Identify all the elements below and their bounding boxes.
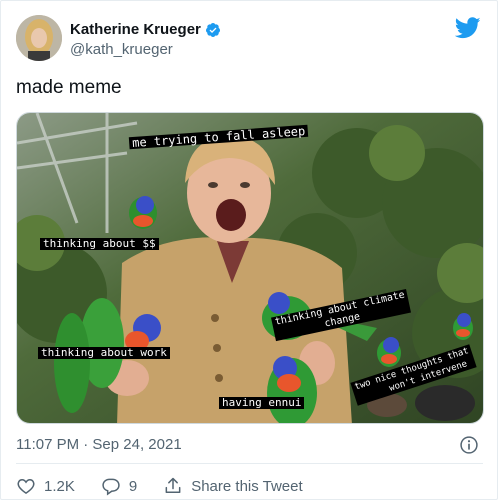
reply-icon bbox=[102, 478, 120, 496]
author-handle[interactable]: @kath_krueger bbox=[70, 41, 173, 58]
twitter-bird-icon[interactable] bbox=[455, 17, 481, 39]
tweet-meta: 11:07 PM · Sep 24, 2021 bbox=[16, 435, 483, 455]
avatar[interactable] bbox=[16, 15, 62, 61]
display-name[interactable]: Katherine Krueger bbox=[70, 21, 201, 38]
divider bbox=[16, 463, 483, 464]
verified-badge-icon bbox=[205, 22, 220, 37]
caption-ennui: having ennui bbox=[219, 397, 305, 409]
heart-icon bbox=[17, 478, 35, 494]
caption-work: thinking about work bbox=[38, 347, 170, 359]
caption-money: thinking about $$ bbox=[40, 238, 159, 250]
timestamp[interactable]: 11:07 PM · Sep 24, 2021 bbox=[16, 436, 182, 453]
share-label: Share this Tweet bbox=[191, 477, 303, 495]
avatar-image bbox=[16, 15, 62, 61]
reply-button[interactable]: 9 bbox=[101, 476, 137, 496]
like-count: 1.2K bbox=[44, 477, 75, 495]
name-line: Katherine Krueger bbox=[70, 21, 221, 38]
tweet-header: Katherine Krueger @kath_krueger bbox=[16, 15, 483, 63]
tweet-text: made meme bbox=[16, 77, 122, 98]
meme-image[interactable]: me trying to fall asleep thinking about … bbox=[16, 112, 484, 424]
share-icon bbox=[165, 477, 181, 493]
tweet-card: Katherine Krueger @kath_krueger made mem… bbox=[0, 0, 498, 500]
share-button[interactable]: Share this Tweet bbox=[163, 476, 303, 496]
reply-count: 9 bbox=[128, 477, 138, 495]
info-icon[interactable] bbox=[459, 435, 479, 455]
like-button[interactable]: 1.2K bbox=[16, 476, 75, 496]
tweet-actions: 1.2K 9 Share this Tweet bbox=[16, 475, 329, 497]
